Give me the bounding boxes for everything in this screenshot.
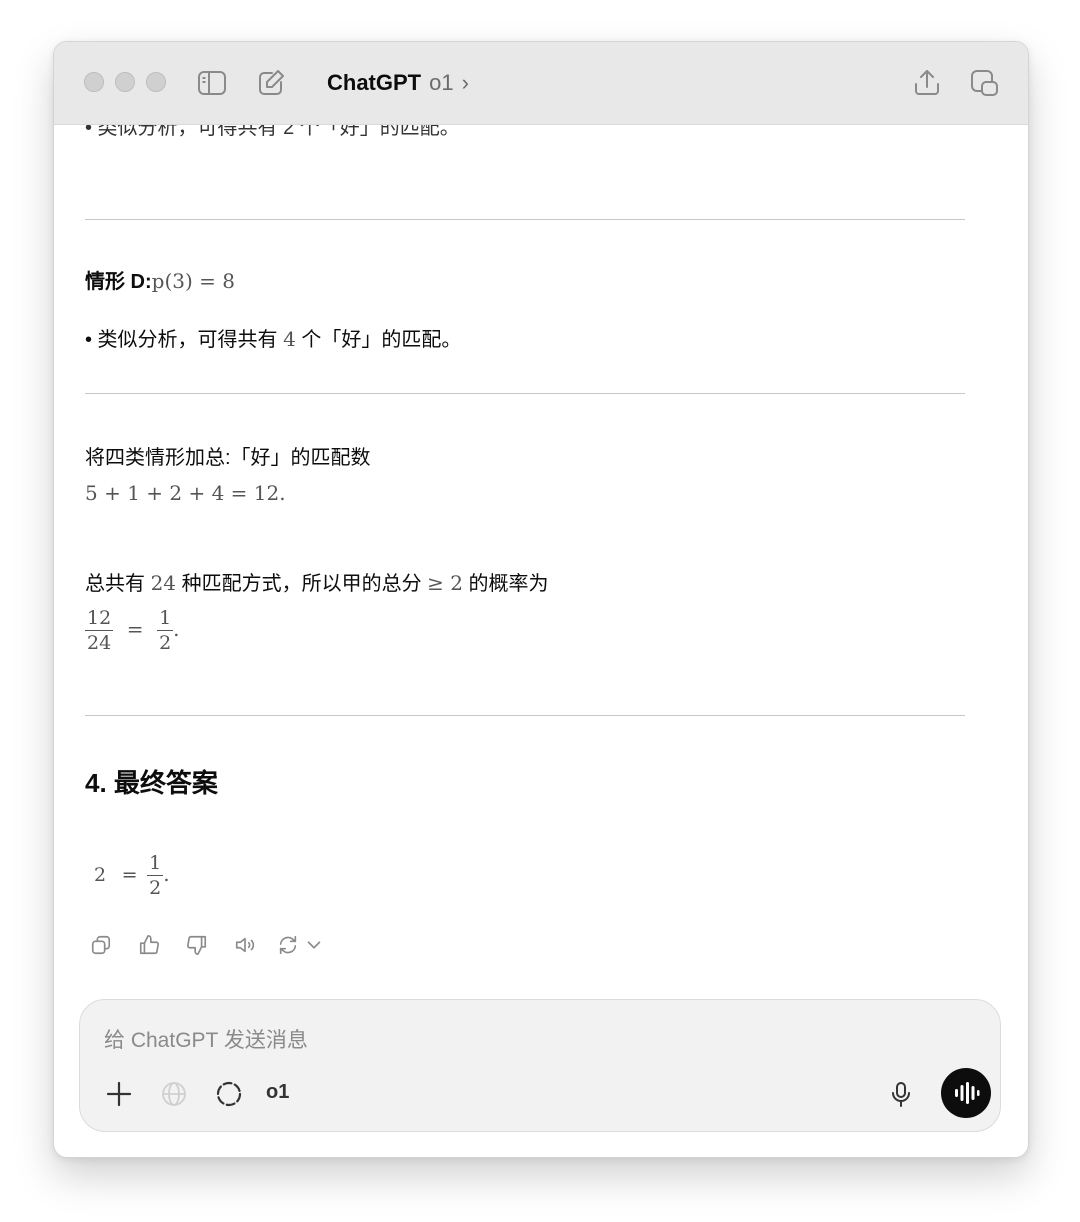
zoom-window-button[interactable] xyxy=(146,72,166,92)
partial-text-line: • 类似分析，可得共有 2 个「好」的匹配。 xyxy=(85,124,460,139)
final-answer-equation: 2 = 1 2 . xyxy=(94,851,170,900)
thumbs-down-icon[interactable] xyxy=(181,929,213,961)
title-bar: ChatGPT o1 › xyxy=(54,42,1028,125)
voice-mode-button[interactable] xyxy=(941,1068,991,1118)
final-lhs: 2 xyxy=(94,863,107,886)
copy-icon[interactable] xyxy=(85,929,117,961)
numerator: 1 xyxy=(147,852,164,876)
chevron-down-icon[interactable] xyxy=(303,934,325,956)
new-chat-icon[interactable] xyxy=(255,67,287,99)
message-actions xyxy=(85,929,325,961)
share-icon[interactable] xyxy=(911,67,943,99)
conversation-area[interactable]: • 类似分析，可得共有 2 个「好」的匹配。 情形 D:p(3) = 8 • 类… xyxy=(54,124,1028,1004)
model-name: o1 xyxy=(429,70,454,95)
regenerate-icon[interactable] xyxy=(277,929,325,961)
bullet-suffix: 个「好」的匹配。 xyxy=(301,329,462,351)
divider xyxy=(85,219,965,220)
globe-icon[interactable] xyxy=(156,1076,192,1112)
microphone-icon[interactable] xyxy=(883,1076,919,1112)
divider xyxy=(85,393,965,394)
model-tag[interactable]: o1 xyxy=(266,1081,289,1104)
case-d-label: 情形 D: xyxy=(85,271,152,293)
model-selector[interactable]: ChatGPT o1 › xyxy=(327,67,469,99)
numerator: 1 xyxy=(157,607,174,631)
period: . xyxy=(173,616,180,641)
fraction: 12 24 xyxy=(85,606,114,655)
total-number: 24 xyxy=(150,571,177,595)
numerator: 12 xyxy=(85,607,114,631)
new-window-icon[interactable] xyxy=(969,67,1001,99)
message-composer[interactable]: 给 ChatGPT 发送消息 o1 xyxy=(79,999,1001,1132)
fraction: 1 2 xyxy=(147,851,164,900)
divider xyxy=(85,715,965,716)
close-window-button[interactable] xyxy=(84,72,104,92)
app-window: ChatGPT o1 › • 类似分析，可得共有 2 个「好」的匹配。 情形 D… xyxy=(53,41,1029,1158)
message-input[interactable]: 给 ChatGPT 发送消息 xyxy=(104,1024,308,1054)
minimize-window-button[interactable] xyxy=(115,72,135,92)
bullet-number: 4 xyxy=(283,327,296,351)
equals-sign: = xyxy=(126,616,144,641)
waveform-icon xyxy=(955,1082,980,1104)
sum-label: 将四类情形加总:「好」的匹配数 xyxy=(85,447,371,469)
reasoning-icon[interactable] xyxy=(211,1076,247,1112)
app-title: ChatGPT xyxy=(327,70,422,95)
total-line: 总共有 24 种匹配方式，所以甲的总分 ≥ 2 的概率为 xyxy=(85,569,549,598)
total-mid: 种匹配方式，所以甲的总分 xyxy=(181,573,422,595)
total-math: ≥ 2 xyxy=(427,571,463,595)
case-d-bullet: • 类似分析，可得共有 4 个「好」的匹配。 xyxy=(85,325,461,354)
denominator: 2 xyxy=(159,632,172,654)
total-suffix: 的概率为 xyxy=(468,573,549,595)
total-prefix: 总共有 xyxy=(85,573,145,595)
equals-sign: = xyxy=(121,863,138,886)
bullet-prefix: • 类似分析，可得共有 xyxy=(85,329,278,351)
sum-equation: 5 + 1 + 2 + 4 = 12. xyxy=(85,481,286,505)
speaker-icon[interactable] xyxy=(229,929,261,961)
denominator: 2 xyxy=(149,877,162,899)
probability-equation: 12 24 = 1 2 . xyxy=(85,606,180,655)
sidebar-toggle-icon[interactable] xyxy=(196,67,228,99)
thumbs-up-icon[interactable] xyxy=(133,929,165,961)
denominator: 24 xyxy=(87,632,112,654)
plus-icon[interactable] xyxy=(101,1076,137,1112)
chevron-right-icon: › xyxy=(461,70,469,95)
final-answer-heading: 4. 最终答案 xyxy=(85,768,218,798)
fraction: 1 2 xyxy=(157,606,174,655)
case-d-line: 情形 D:p(3) = 8 xyxy=(85,267,235,296)
period: . xyxy=(163,861,170,886)
case-d-math: p(3) = 8 xyxy=(151,269,236,293)
